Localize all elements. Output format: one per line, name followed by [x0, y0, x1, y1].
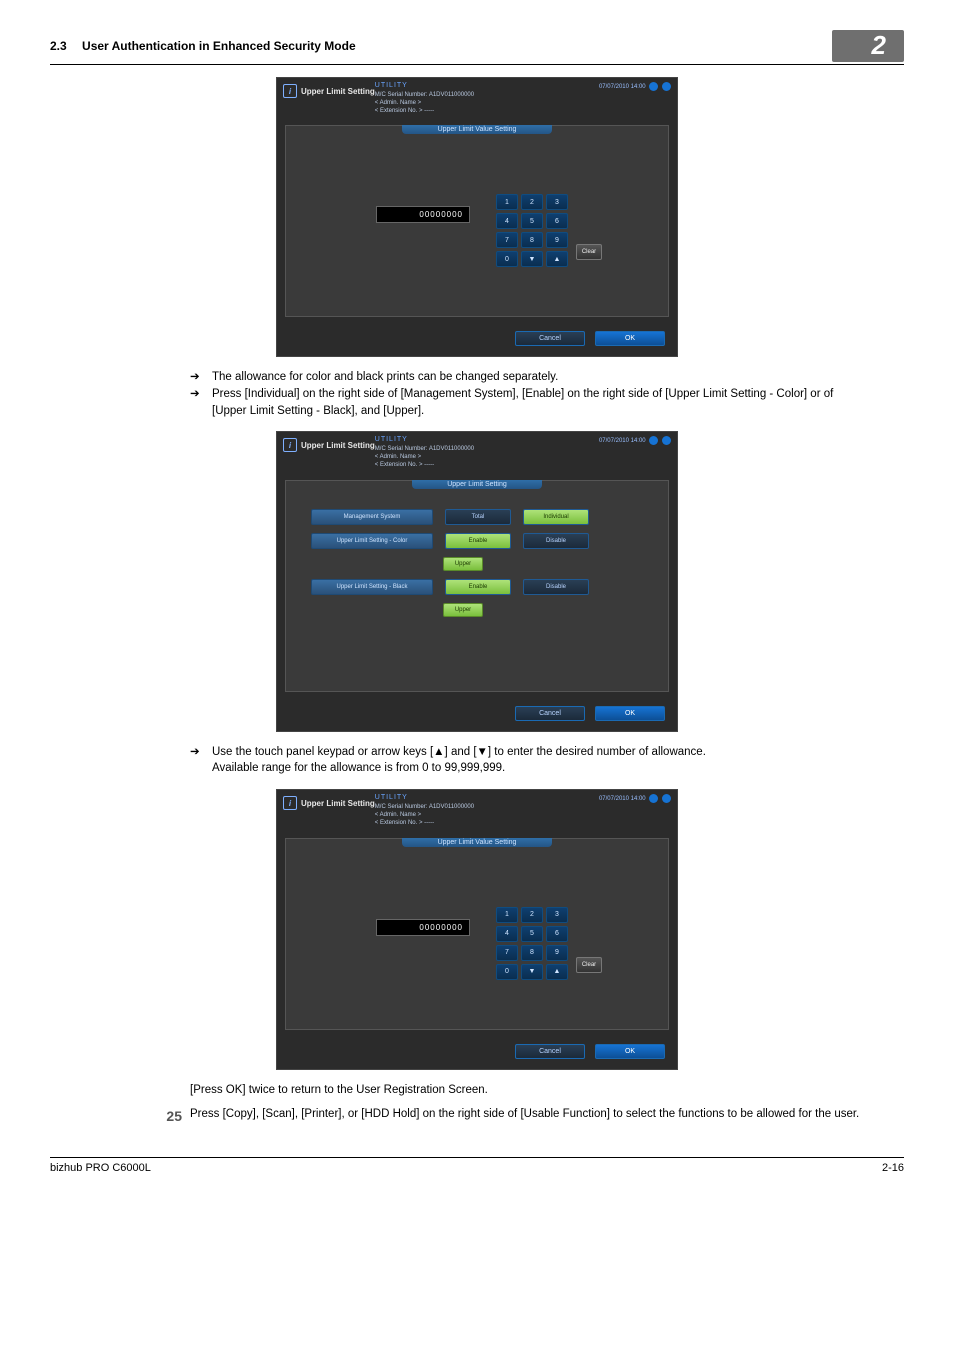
- key-clear[interactable]: Clear: [576, 957, 602, 973]
- bullet-1: ➔ The allowance for color and black prin…: [190, 369, 870, 386]
- arrow-icon: ➔: [190, 369, 204, 386]
- keypad: 1 2 3 4 5 6 7 8 9 0 ▼ ▲: [496, 194, 568, 267]
- help-icon: [662, 794, 671, 803]
- panel-title: Upper Limit Setting: [301, 441, 375, 450]
- black-label: Upper Limit Setting - Black: [311, 579, 433, 595]
- press-ok-text: [Press OK] twice to return to the User R…: [190, 1082, 870, 1099]
- row-management-system: Management System Total Individual: [311, 509, 643, 525]
- key-1[interactable]: 1: [496, 907, 518, 923]
- ok-button[interactable]: OK: [595, 331, 665, 346]
- footer-page: 2-16: [882, 1162, 904, 1174]
- datetime-label: 07/07/2010 14:00: [599, 436, 671, 444]
- key-3[interactable]: 3: [546, 907, 568, 923]
- step-number: 25: [156, 1106, 182, 1126]
- panel-subtitle: Upper Limit Setting: [412, 480, 542, 489]
- step-text: Press [Copy], [Scan], [Printer], or [HDD…: [190, 1106, 859, 1126]
- enable-black-button[interactable]: Enable: [445, 579, 511, 595]
- utility-label: UTILITY: [375, 82, 408, 90]
- key-1[interactable]: 1: [496, 194, 518, 210]
- section-heading: 2.3 User Authentication in Enhanced Secu…: [50, 39, 356, 53]
- key-9[interactable]: 9: [546, 232, 568, 248]
- bullet-2: ➔ Press [Individual] on the right side o…: [190, 386, 870, 419]
- key-2[interactable]: 2: [521, 194, 543, 210]
- upper-color-button[interactable]: Upper: [443, 557, 483, 571]
- upper-black-button[interactable]: Upper: [443, 603, 483, 617]
- key-down[interactable]: ▼: [521, 964, 543, 980]
- chapter-badge: 2: [832, 30, 904, 62]
- screenshot-upper-limit-setting: i Upper Limit Setting UTILITY 07/07/2010…: [276, 431, 678, 731]
- screenshot-upper-limit-value-1: i Upper Limit Setting UTILITY 07/07/2010…: [276, 77, 678, 357]
- key-3[interactable]: 3: [546, 194, 568, 210]
- panel-title: Upper Limit Setting: [301, 799, 375, 808]
- key-6[interactable]: 6: [546, 926, 568, 942]
- key-0[interactable]: 0: [496, 251, 518, 267]
- ok-button[interactable]: OK: [595, 706, 665, 721]
- key-0[interactable]: 0: [496, 964, 518, 980]
- status-icon: [649, 82, 658, 91]
- step-25: 25 Press [Copy], [Scan], [Printer], or […: [156, 1106, 876, 1126]
- info-icon: i: [283, 84, 297, 98]
- total-button[interactable]: Total: [445, 509, 511, 525]
- utility-label: UTILITY: [375, 794, 408, 802]
- panel-subtitle: Upper Limit Value Setting: [402, 838, 552, 847]
- section-title: User Authentication in Enhanced Security…: [82, 39, 356, 53]
- disable-color-button[interactable]: Disable: [523, 533, 589, 549]
- page-footer: bizhub PRO C6000L 2-16: [50, 1157, 904, 1174]
- individual-button[interactable]: Individual: [523, 509, 589, 525]
- footer-product: bizhub PRO C6000L: [50, 1162, 151, 1174]
- arrow-icon: ➔: [190, 386, 204, 419]
- cancel-button[interactable]: Cancel: [515, 1044, 585, 1059]
- key-7[interactable]: 7: [496, 945, 518, 961]
- datetime-label: 07/07/2010 14:00: [599, 794, 671, 802]
- key-up[interactable]: ▲: [546, 251, 568, 267]
- key-2[interactable]: 2: [521, 907, 543, 923]
- key-down[interactable]: ▼: [521, 251, 543, 267]
- panel-title: Upper Limit Setting: [301, 87, 375, 96]
- panel-subtitle: Upper Limit Value Setting: [402, 125, 552, 134]
- key-5[interactable]: 5: [521, 213, 543, 229]
- value-display: 00000000: [376, 919, 470, 936]
- key-7[interactable]: 7: [496, 232, 518, 248]
- help-icon: [662, 436, 671, 445]
- status-icon: [649, 794, 658, 803]
- cancel-button[interactable]: Cancel: [515, 706, 585, 721]
- utility-label: UTILITY: [375, 436, 408, 444]
- keypad: 1 2 3 4 5 6 7 8 9 0 ▼ ▲: [496, 907, 568, 980]
- page-header: 2.3 User Authentication in Enhanced Secu…: [50, 30, 904, 65]
- row-black: Upper Limit Setting - Black Enable Disab…: [311, 579, 643, 595]
- help-icon: [662, 82, 671, 91]
- key-4[interactable]: 4: [496, 926, 518, 942]
- datetime-label: 07/07/2010 14:00: [599, 82, 671, 90]
- cancel-button[interactable]: Cancel: [515, 331, 585, 346]
- value-display: 00000000: [376, 206, 470, 223]
- key-9[interactable]: 9: [546, 945, 568, 961]
- mgmt-label: Management System: [311, 509, 433, 525]
- key-4[interactable]: 4: [496, 213, 518, 229]
- disable-black-button[interactable]: Disable: [523, 579, 589, 595]
- info-icon: i: [283, 796, 297, 810]
- key-6[interactable]: 6: [546, 213, 568, 229]
- section-number: 2.3: [50, 39, 67, 53]
- enable-color-button[interactable]: Enable: [445, 533, 511, 549]
- key-up[interactable]: ▲: [546, 964, 568, 980]
- key-8[interactable]: 8: [521, 945, 543, 961]
- key-5[interactable]: 5: [521, 926, 543, 942]
- screenshot-upper-limit-value-2: i Upper Limit Setting UTILITY 07/07/2010…: [276, 789, 678, 1069]
- key-8[interactable]: 8: [521, 232, 543, 248]
- ok-button[interactable]: OK: [595, 1044, 665, 1059]
- status-icon: [649, 436, 658, 445]
- arrow-icon: ➔: [190, 744, 204, 777]
- info-icon: i: [283, 438, 297, 452]
- row-color: Upper Limit Setting - Color Enable Disab…: [311, 533, 643, 549]
- color-label: Upper Limit Setting - Color: [311, 533, 433, 549]
- key-clear[interactable]: Clear: [576, 244, 602, 260]
- bullet-3: ➔ Use the touch panel keypad or arrow ke…: [190, 744, 870, 777]
